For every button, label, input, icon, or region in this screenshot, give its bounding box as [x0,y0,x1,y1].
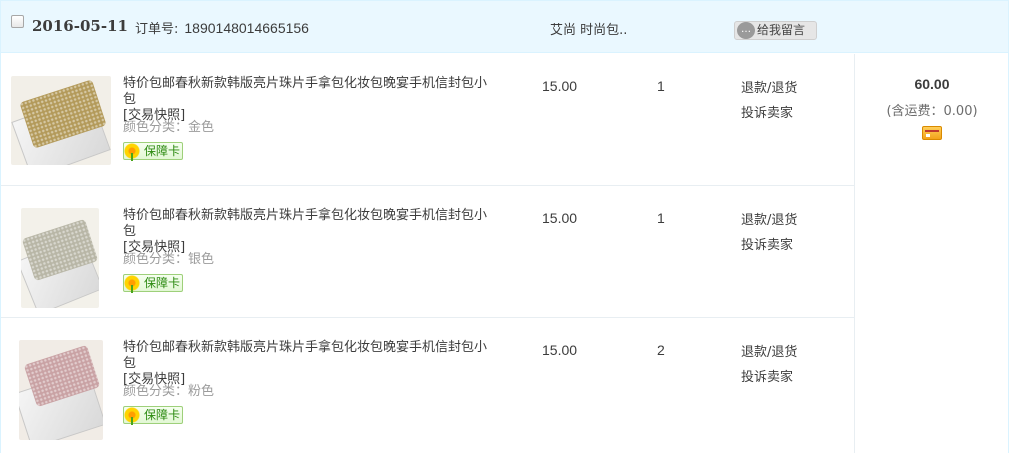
order-item-row: 特价包邮春秋新款韩版亮片珠片手拿包化妆包晚宴手机信封包小包 [交易快照] 颜色分… [1,318,854,450]
order-number-label: 订单号: [135,22,179,37]
leave-message-button[interactable]: … 给我留言 [734,21,817,40]
product-title-link[interactable]: 特价包邮春秋新款韩版亮片珠片手拿包化妆包晚宴手机信封包小包 [123,76,487,107]
leave-message-label: 给我留言 [757,23,806,37]
refund-link[interactable]: 退款/退货 [741,340,797,365]
guarantee-badge[interactable]: 保障卡 [122,273,184,293]
unit-price: 15.00 [542,210,578,226]
product-variant: 颜色分类：粉色 [123,384,215,399]
order-header: 2016-05-11 订单号: 1890148014665156 艾尚 时尚包..… [1,0,1008,53]
quantity: 1 [657,78,665,94]
guarantee-badge-label: 保障卡 [144,276,181,290]
flower-icon [122,141,142,161]
order-item-row: 特价包邮春秋新款韩版亮片珠片手拿包化妆包晚宴手机信封包小包 [交易快照] 颜色分… [1,54,854,186]
shipping-fee: (含运费：0.00) [886,104,978,119]
order-total-column: 60.00 (含运费：0.00) [854,54,1008,453]
guarantee-badge-label: 保障卡 [144,144,181,158]
guarantee-badge[interactable]: 保障卡 [122,141,184,161]
unit-price: 15.00 [542,342,578,358]
shop-name-link[interactable]: 艾尚 时尚包.. [550,19,627,38]
product-thumbnail[interactable] [21,208,99,308]
order-total: 60.00 [914,76,950,92]
item-actions: 退款/退货 投诉卖家 [741,340,797,390]
quantity: 1 [657,210,665,226]
unit-price: 15.00 [542,78,578,94]
product-variant: 颜色分类：银色 [123,252,215,267]
order-items: 特价包邮春秋新款韩版亮片珠片手拿包化妆包晚宴手机信封包小包 [交易快照] 颜色分… [1,54,854,450]
order-item-row: 特价包邮春秋新款韩版亮片珠片手拿包化妆包晚宴手机信封包小包 [交易快照] 颜色分… [1,186,854,318]
guarantee-badge[interactable]: 保障卡 [122,405,184,425]
guarantee-badge-label: 保障卡 [144,408,181,422]
product-title-link[interactable]: 特价包邮春秋新款韩版亮片珠片手拿包化妆包晚宴手机信封包小包 [123,340,487,371]
product-variant: 颜色分类：金色 [123,120,215,135]
order-checkbox[interactable] [11,15,24,28]
quantity: 2 [657,342,665,358]
refund-link[interactable]: 退款/退货 [741,208,797,233]
item-actions: 退款/退货 投诉卖家 [741,76,797,126]
product-title-link[interactable]: 特价包邮春秋新款韩版亮片珠片手拿包化妆包晚宴手机信封包小包 [123,208,487,239]
flower-icon [122,405,142,425]
order-date: 2016-05-11 [32,17,128,35]
flower-icon [122,273,142,293]
complain-seller-link[interactable]: 投诉卖家 [741,365,797,390]
payment-card-icon[interactable] [922,126,942,140]
order-number: 订单号: 1890148014665156 [135,18,309,37]
refund-link[interactable]: 退款/退货 [741,76,797,101]
complain-seller-link[interactable]: 投诉卖家 [741,101,797,126]
chat-bubble-icon: … [737,22,755,39]
order-number-value: 1890148014665156 [184,20,309,36]
item-actions: 退款/退货 投诉卖家 [741,208,797,258]
order-card: 2016-05-11 订单号: 1890148014665156 艾尚 时尚包..… [0,0,1009,453]
product-thumbnail[interactable] [11,76,111,165]
complain-seller-link[interactable]: 投诉卖家 [741,233,797,258]
product-thumbnail[interactable] [19,340,103,440]
